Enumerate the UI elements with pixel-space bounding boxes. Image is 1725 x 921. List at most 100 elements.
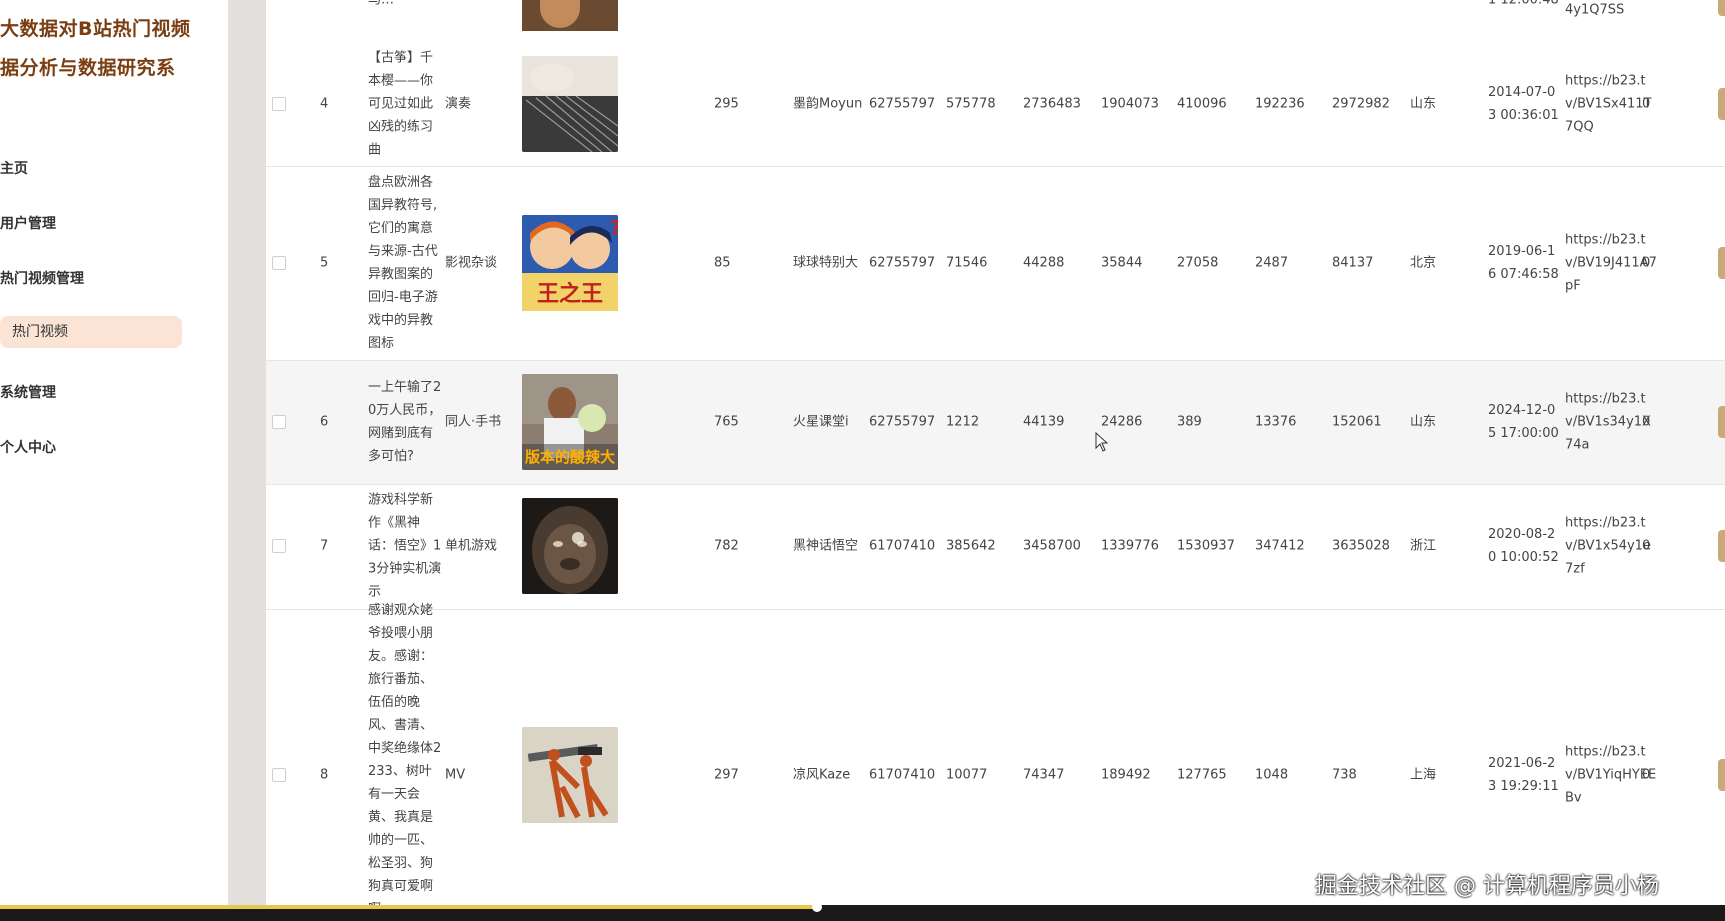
operation-button[interactable] (1718, 88, 1725, 120)
menu-item-home[interactable]: 主页 (0, 158, 28, 178)
cell-category: 单机游戏 (445, 538, 498, 554)
cell-stat-2: 44139 (1023, 414, 1065, 430)
cell-author: 黑神话悟空 (793, 538, 859, 554)
cell-category: MV (445, 767, 466, 783)
app-title: 大数据对B站热门视频 据分析与数据研究系 (0, 10, 225, 88)
cell-stat-5: 192236 (1255, 96, 1305, 112)
cell-stat-5: 13376 (1255, 414, 1297, 430)
cell-duration: 85 (714, 255, 731, 271)
video-progress-bar[interactable] (0, 902, 1725, 921)
sidebar-divider (228, 0, 266, 905)
cell-title: 感谢观众姥爷投喂小朋友。感谢：旅行番茄、伍佰的晚风、書清、中奖绝缘体2233、树… (368, 603, 442, 905)
cell-stat-2: 2736483 (1023, 96, 1081, 112)
cell-index: 7 (320, 538, 329, 554)
cell-duration: 297 (714, 767, 739, 783)
cell-region: 浙江 (1410, 538, 1437, 554)
cell-category: 同人·手书 (445, 414, 502, 430)
menu-item-users[interactable]: 用户管理 (0, 213, 56, 233)
cell-stat-2: 44288 (1023, 255, 1065, 271)
svg-text:王之王: 王之王 (537, 281, 603, 307)
cell-duration: 295 (714, 96, 739, 112)
cell-uid: 62755797 (869, 255, 936, 271)
cell-category: 影视杂谈 (445, 255, 498, 271)
cell-title: 一上午输了20万人民币，网赌到底有多可怕? (368, 380, 442, 464)
cell-stat-4: 389 (1177, 414, 1202, 430)
cell-uid: 62755797 (869, 96, 936, 112)
row-checkbox[interactable] (272, 97, 286, 111)
cell-uid: 61707410 (869, 538, 936, 554)
cell-author: 火星课堂i (793, 414, 849, 430)
cell-title: 盘点欧洲各国异教符号,它们的寓意与来源-古代异教图案的回归-电子游戏中的异教图标 (368, 175, 438, 351)
cell-stat-5: 347412 (1255, 538, 1305, 554)
operation-button[interactable] (1718, 406, 1725, 438)
cell-stat-6: 152061 (1332, 414, 1382, 430)
video-table: 马… 1 12:00:48 4y1Q7SS 4 【古筝】千本樱——你可见过如此凶… (266, 0, 1725, 905)
menu-item-system[interactable]: 系统管理 (0, 382, 56, 402)
app-title-line1: 大数据对B站热门视频 (0, 18, 191, 40)
cell-title: 游戏科学新作《黑神话：悟空》13分钟实机演示 (368, 492, 442, 600)
video-thumbnail (522, 498, 618, 594)
cell-author: 凉风Kaze (793, 767, 851, 783)
cell-region: 北京 (1410, 255, 1437, 271)
table-row-partial: 马… 1 12:00:48 4y1Q7SS (266, 0, 1725, 43)
cell-stat-6: 738 (1332, 767, 1357, 783)
cell-stat-3: 24286 (1101, 414, 1143, 430)
menu-item-profile[interactable]: 个人中心 (0, 437, 56, 457)
row-checkbox[interactable] (272, 768, 286, 782)
cell-duration: 782 (714, 538, 739, 554)
cell-flag: 0 (1642, 767, 1651, 783)
row-checkbox[interactable] (272, 539, 286, 553)
cell-duration: 765 (714, 414, 739, 430)
cell-index: 5 (320, 255, 329, 271)
cell-title: 马… (368, 0, 395, 8)
cell-url: 4y1Q7SS (1565, 2, 1625, 18)
cell-stat-2: 3458700 (1023, 538, 1081, 554)
cell-stat-3: 35844 (1101, 255, 1143, 271)
cell-index: 6 (320, 414, 329, 430)
cell-stat-1: 1212 (946, 414, 980, 430)
sidebar: 大数据对B站热门视频 据分析与数据研究系 主页 用户管理 热门视频管理 热门视频… (0, 0, 228, 905)
operation-button[interactable] (1718, 247, 1725, 279)
menu-item-hot-video-management[interactable]: 热门视频管理 (0, 268, 84, 288)
cell-stat-1: 71546 (946, 255, 988, 271)
cell-date: 2021-06-23 19:29:11 (1488, 756, 1559, 794)
cell-stat-5: 2487 (1255, 255, 1289, 271)
cell-stat-3: 1339776 (1101, 538, 1159, 554)
cell-stat-3: 189492 (1101, 767, 1151, 783)
operation-button[interactable] (1718, 759, 1725, 791)
operation-button[interactable] (1718, 530, 1725, 562)
progress-knob[interactable] (812, 902, 822, 912)
cell-title: 【古筝】千本樱——你可见过如此凶残的练习曲 (368, 50, 434, 158)
table-row: 6 一上午输了20万人民币，网赌到底有多可怕? 同人·手书 版本的酸辣大 765… (266, 361, 1725, 485)
cell-date: 2024-12-05 17:00:00 (1488, 403, 1559, 441)
cell-flag: 0 (1642, 96, 1651, 112)
cell-category: 演奏 (445, 96, 472, 112)
row-checkbox[interactable] (272, 256, 286, 270)
cell-region: 山东 (1410, 96, 1437, 112)
cell-stat-4: 1530937 (1177, 538, 1235, 554)
cell-stat-5: 1048 (1255, 767, 1289, 783)
cell-date: 1 12:00:48 (1488, 0, 1559, 8)
cell-stat-1: 575778 (946, 96, 996, 112)
table-row: 8 感谢观众姥爷投喂小朋友。感谢：旅行番茄、伍佰的晚风、書清、中奖绝缘体2233… (266, 603, 1725, 905)
cell-author: 墨韵Moyun (793, 96, 863, 112)
cell-stat-3: 1904073 (1101, 96, 1159, 112)
submenu-item-hot-videos[interactable]: 热门视频 (0, 316, 182, 348)
video-thumbnail (522, 56, 618, 152)
cell-author: 球球特别大 (793, 255, 859, 271)
operation-button[interactable] (1718, 0, 1725, 16)
submenu-item-label: 热门视频 (12, 324, 68, 340)
progress-fill (0, 905, 818, 909)
cell-uid: 62755797 (869, 414, 936, 430)
cell-flag: 0 (1642, 538, 1651, 554)
cell-date: 2014-07-03 00:36:01 (1488, 85, 1559, 123)
cell-index: 4 (320, 96, 329, 112)
cell-flag: 0 (1642, 414, 1651, 430)
cell-date: 2020-08-20 10:00:52 (1488, 527, 1559, 565)
cell-region: 上海 (1410, 767, 1437, 783)
watermark: 掘金技术社区 @ 计算机程序员小杨 (1315, 874, 1659, 899)
cell-stat-6: 84137 (1332, 255, 1374, 271)
video-thumbnail: 王之王 ? (522, 215, 618, 311)
row-checkbox[interactable] (272, 415, 286, 429)
video-thumbnail (522, 727, 618, 823)
